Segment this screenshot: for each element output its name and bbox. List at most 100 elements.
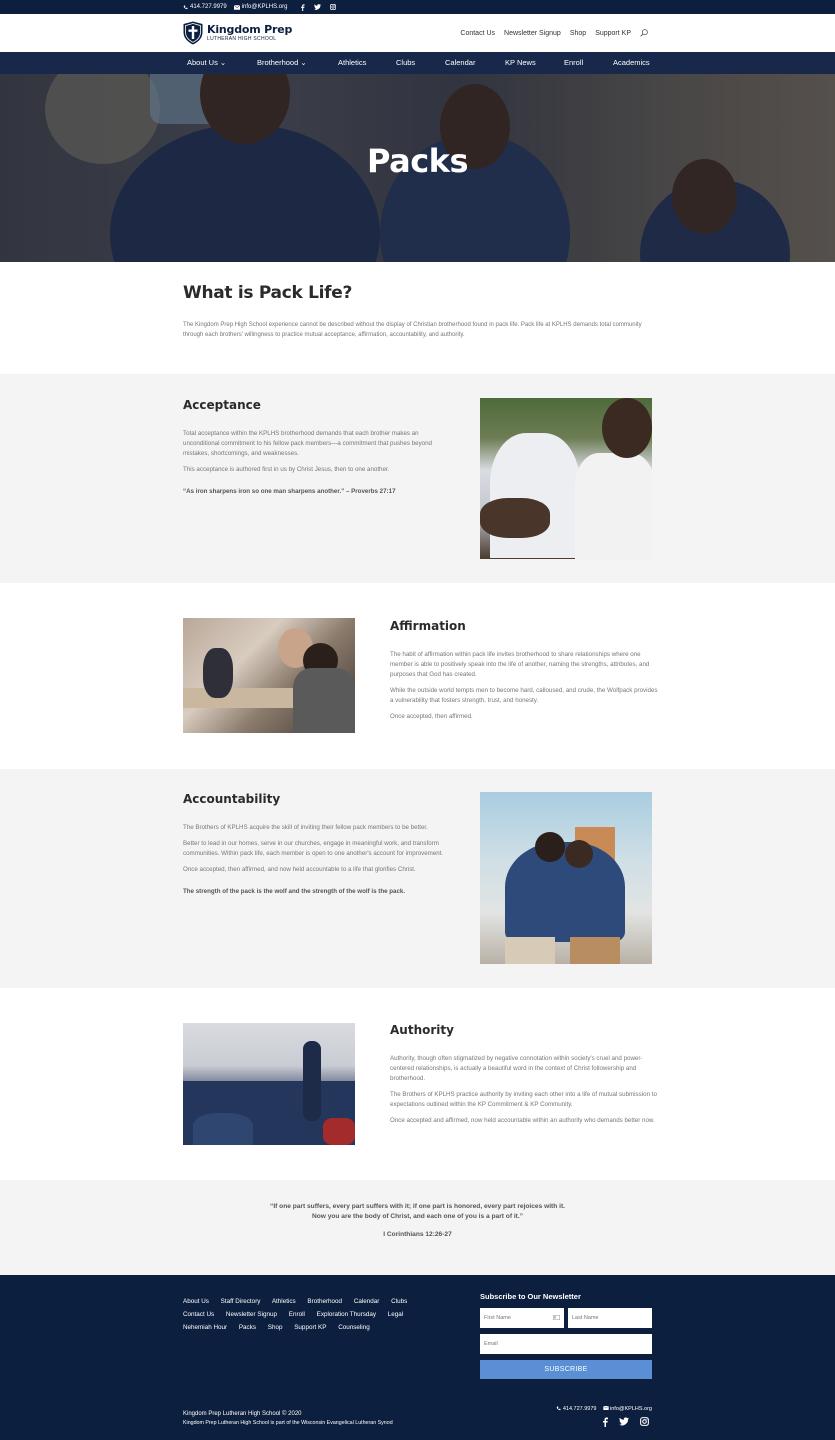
acceptance-heading: Acceptance <box>183 398 261 412</box>
nav-item-brotherhood[interactable]: Brotherhood ⌄ <box>257 52 307 74</box>
footer-phone-text: 414.727.9979 <box>562 1406 597 1412</box>
header-link-shop[interactable]: Shop <box>570 30 586 37</box>
top-bar: 414.727.9979 info@KPLHS.org <box>0 0 835 14</box>
photo-shape <box>570 937 620 964</box>
nav-item-enroll[interactable]: Enroll <box>564 52 583 74</box>
affirmation-paragraph-3: Once accepted, then affirmed. <box>390 713 473 720</box>
instagram-icon[interactable] <box>640 1417 649 1426</box>
footer-link-counseling[interactable]: Counseling <box>338 1324 370 1331</box>
scripture-line-1: “If one part suffers, every part suffers… <box>270 1203 565 1210</box>
email-field[interactable] <box>480 1334 652 1354</box>
photo-shape <box>323 1118 355 1145</box>
twitter-icon[interactable] <box>314 3 322 10</box>
site-header: Kingdom Prep LUTHERAN HIGH SCHOOL Contac… <box>0 14 835 52</box>
header-links: Contact Us Newsletter Signup Shop Suppor… <box>460 29 648 37</box>
intro-text: The Kingdom Prep High School experience … <box>183 322 642 338</box>
last-name-field[interactable] <box>568 1308 652 1328</box>
synod-note: Kingdom Prep Lutheran High School is par… <box>183 1420 393 1426</box>
twitter-icon[interactable] <box>619 1417 629 1426</box>
subscribe-button[interactable]: SUBSCRIBE <box>480 1360 652 1379</box>
contact-card-icon <box>553 1315 560 1320</box>
facebook-icon[interactable] <box>602 1417 608 1427</box>
acceptance-paragraph-2: This acceptance is authored first in us … <box>183 466 390 473</box>
accountability-quote: The strength of the pack is the wolf and… <box>183 888 406 895</box>
footer-link-shop[interactable]: Shop <box>268 1324 283 1331</box>
scripture-line-2: Now you are the body of Christ, and each… <box>311 1213 524 1220</box>
footer-phone[interactable]: 414.727.9979 <box>556 1406 597 1412</box>
header-link-contact-us[interactable]: Contact Us <box>460 30 495 37</box>
photo-shape <box>602 398 652 458</box>
photo-shape <box>203 648 233 698</box>
footer-link-newsletter-signup[interactable]: Newsletter Signup <box>226 1311 277 1318</box>
page-title: Packs <box>367 142 468 180</box>
accountability-paragraph-3: Once accepted, then affirmed, and now he… <box>183 866 416 873</box>
nav-item-academics[interactable]: Academics <box>613 52 650 74</box>
footer-link-enroll[interactable]: Enroll <box>289 1311 305 1318</box>
topbar-phone[interactable]: 414.727.9979 <box>183 4 227 10</box>
header-link-newsletter-signup[interactable]: Newsletter Signup <box>504 30 561 37</box>
first-name-field[interactable] <box>480 1308 564 1328</box>
topbar-email-text: info@KPLHS.org <box>241 4 288 10</box>
shield-cross-icon <box>183 21 203 45</box>
footer-link-packs[interactable]: Packs <box>239 1324 256 1331</box>
instagram-icon[interactable] <box>330 3 337 10</box>
logo-title: Kingdom Prep <box>207 23 293 36</box>
footer-link-nehemiah-hour[interactable]: Nehemiah Hour <box>183 1324 227 1331</box>
photo-shape <box>293 668 355 733</box>
footer-link-athletics[interactable]: Athletics <box>272 1298 296 1305</box>
affirmation-paragraph-2: While the outside world tempts men to be… <box>390 687 658 704</box>
affirmation-heading: Affirmation <box>390 619 466 633</box>
topbar-email[interactable]: info@KPLHS.org <box>233 4 288 10</box>
footer-link-about-us[interactable]: About Us <box>183 1298 209 1305</box>
facebook-icon[interactable] <box>300 3 306 11</box>
photo-shape <box>505 937 555 964</box>
nav-item-calendar[interactable]: Calendar <box>445 52 475 74</box>
footer-contact: 414.727.9979 info@KPLHS.org <box>556 1405 652 1412</box>
footer-link-clubs[interactable]: Clubs <box>391 1298 407 1305</box>
footer-link-legal[interactable]: Legal <box>388 1311 403 1318</box>
nav-item-clubs[interactable]: Clubs <box>396 52 415 74</box>
photo-shape <box>480 498 550 538</box>
main-nav: About Us ⌄ Brotherhood ⌄ Athletics Clubs… <box>0 52 835 74</box>
acceptance-text: Total acceptance within the KPLHS brothe… <box>183 429 453 503</box>
scripture-quote: “If one part suffers, every part suffers… <box>0 1202 835 1240</box>
photo-shape <box>183 688 293 708</box>
acceptance-quote: “As iron sharpens iron so one man sharpe… <box>183 488 396 495</box>
logo-subtitle: LUTHERAN HIGH SCHOOL <box>207 36 277 42</box>
authority-text: Authority, though often stigmatized by n… <box>390 1054 660 1132</box>
envelope-icon <box>602 1405 609 1410</box>
footer-social <box>602 1417 649 1427</box>
footer-email[interactable]: info@KPLHS.org <box>602 1405 652 1412</box>
photo-shape <box>565 840 593 868</box>
photo-shape <box>303 1041 321 1121</box>
affirmation-photo <box>183 618 355 733</box>
site-logo[interactable]: Kingdom Prep LUTHERAN HIGH SCHOOL <box>183 21 292 45</box>
footer-links: About Us Staff Directory Athletics Broth… <box>183 1295 453 1334</box>
nav-item-athletics[interactable]: Athletics <box>338 52 366 74</box>
authority-paragraph-3: Once accepted and affirmed, now held acc… <box>390 1117 655 1124</box>
footer-link-brotherhood[interactable]: Brotherhood <box>307 1298 342 1305</box>
nav-item-about-us[interactable]: About Us ⌄ <box>187 52 226 74</box>
authority-heading: Authority <box>390 1023 454 1037</box>
authority-photo <box>183 1023 355 1145</box>
envelope-icon <box>233 4 240 10</box>
hero-banner: Packs <box>0 74 835 262</box>
footer-link-exploration-thursday[interactable]: Exploration Thursday <box>317 1311 376 1318</box>
footer-link-calendar[interactable]: Calendar <box>354 1298 380 1305</box>
nav-item-kp-news[interactable]: KP News <box>505 52 536 74</box>
accountability-text: The Brothers of KPLHS acquire the skill … <box>183 823 453 903</box>
affirmation-text: The habit of affirmation within pack lif… <box>390 650 660 728</box>
photo-shape <box>535 832 565 862</box>
accountability-paragraph-1: The Brothers of KPLHS acquire the skill … <box>183 824 428 831</box>
accountability-heading: Accountability <box>183 792 281 806</box>
photo-shape <box>575 453 652 559</box>
footer-link-staff-directory[interactable]: Staff Directory <box>221 1298 261 1305</box>
header-link-support-kp[interactable]: Support KP <box>595 30 631 37</box>
footer-link-contact-us[interactable]: Contact Us <box>183 1311 214 1318</box>
intro-heading: What is Pack Life? <box>183 283 353 303</box>
footer-link-support-kp[interactable]: Support KP <box>294 1324 326 1331</box>
acceptance-photo <box>480 398 652 559</box>
phone-icon <box>557 1406 561 1411</box>
footer-copyright: Kingdom Prep Lutheran High School © 2020… <box>183 1410 393 1428</box>
search-icon[interactable] <box>640 29 648 37</box>
